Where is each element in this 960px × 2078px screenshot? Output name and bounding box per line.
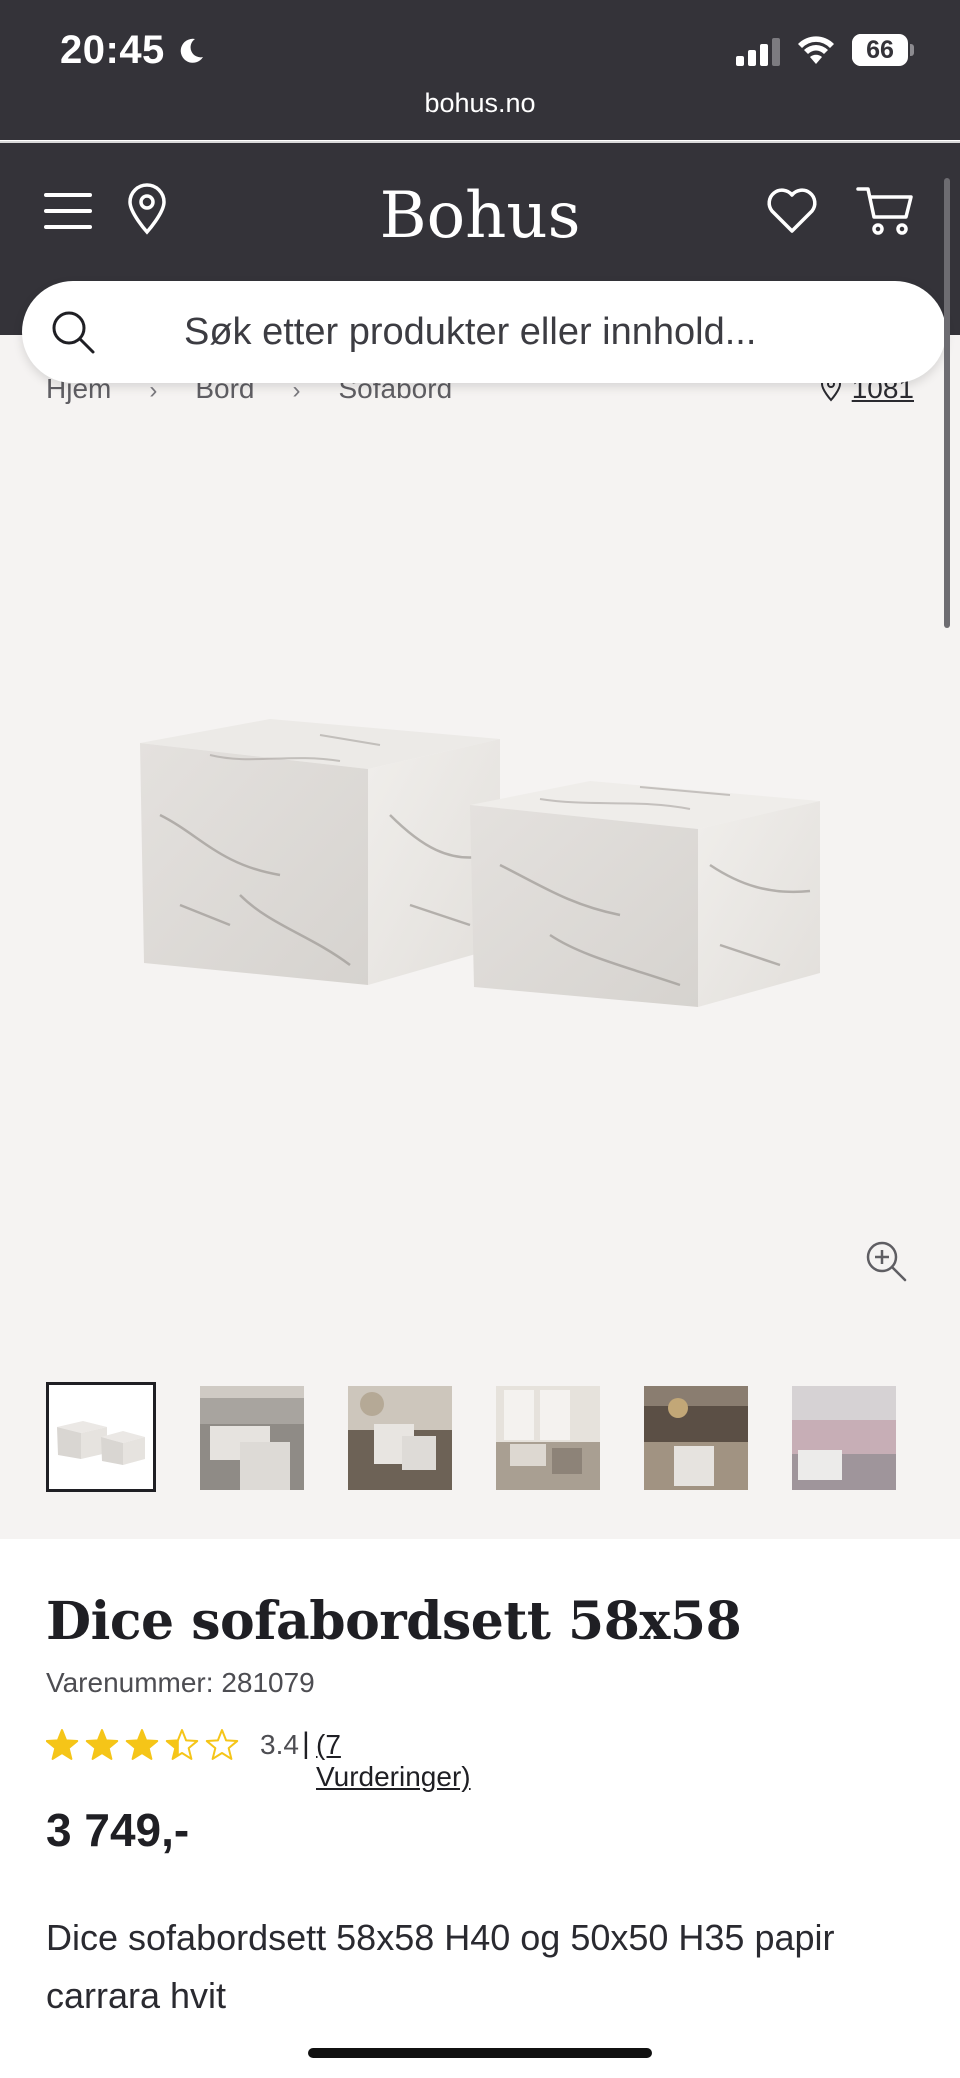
thumbnail-4[interactable] bbox=[496, 1386, 600, 1490]
battery-indicator: 66 bbox=[852, 34, 908, 66]
thumbnail-window-room-image bbox=[496, 1386, 600, 1490]
thumbnail-brown-sofa-image bbox=[644, 1386, 748, 1490]
status-bar: 20:45 66 bohus.no bbox=[0, 0, 960, 140]
signal-icon bbox=[736, 38, 780, 66]
rating-value: 3.4 bbox=[260, 1729, 299, 1760]
star-icon bbox=[205, 1729, 239, 1760]
search-input[interactable]: Søk etter produkter eller innhold... bbox=[184, 311, 756, 354]
url-bar[interactable]: bohus.no bbox=[0, 88, 960, 119]
thumbnail-6[interactable] bbox=[792, 1386, 896, 1490]
heart-icon[interactable] bbox=[766, 187, 818, 235]
product-info: Dice sofabordsett 58x58 Varenummer: 2810… bbox=[0, 1539, 960, 2078]
scrollbar[interactable] bbox=[944, 178, 950, 628]
star-icon bbox=[85, 1729, 119, 1760]
battery-tip bbox=[910, 44, 914, 56]
status-time: 20:45 bbox=[60, 28, 165, 72]
thumbnail-2[interactable] bbox=[200, 1386, 304, 1490]
search-bar[interactable]: Søk etter produkter eller innhold... bbox=[22, 281, 946, 383]
moon-icon bbox=[180, 38, 203, 63]
product-title: Dice sofabordsett 58x58 bbox=[46, 1591, 742, 1652]
thumbnail-1[interactable] bbox=[46, 1382, 156, 1492]
thumbnail-cubes-image bbox=[57, 1421, 145, 1465]
wifi-icon bbox=[798, 36, 834, 64]
rating-count-link[interactable]: (7 Vurderinger) bbox=[316, 1729, 471, 1793]
thumbnail-5[interactable] bbox=[644, 1386, 748, 1490]
product-description: Dice sofabordsett 58x58 H40 og 50x50 H35… bbox=[46, 1917, 835, 2016]
thumbnail-rug-image bbox=[348, 1386, 452, 1490]
home-indicator[interactable] bbox=[308, 2048, 652, 2058]
star-icon bbox=[125, 1729, 159, 1760]
zoom-icon[interactable] bbox=[864, 1239, 908, 1283]
product-sku: Varenummer: 281079 bbox=[46, 1667, 315, 1698]
thumbnail-living-room-image bbox=[200, 1386, 304, 1490]
thumbnail-pink-sofa-image bbox=[792, 1386, 896, 1490]
battery-percentage: 66 bbox=[866, 36, 894, 64]
thumbnail-row bbox=[0, 1382, 960, 1494]
product-price: 3 749,- bbox=[46, 1804, 190, 1856]
search-icon bbox=[52, 311, 95, 354]
rating-stars bbox=[46, 1729, 239, 1760]
rating-separator: | bbox=[302, 1727, 310, 1760]
star-icon bbox=[46, 1729, 79, 1760]
product-image[interactable] bbox=[120, 695, 840, 1075]
product-gallery: Hjem › Bord › Sofabord 1081 bbox=[0, 335, 960, 1539]
cart-icon[interactable] bbox=[856, 185, 914, 237]
thumbnail-3[interactable] bbox=[348, 1386, 452, 1490]
